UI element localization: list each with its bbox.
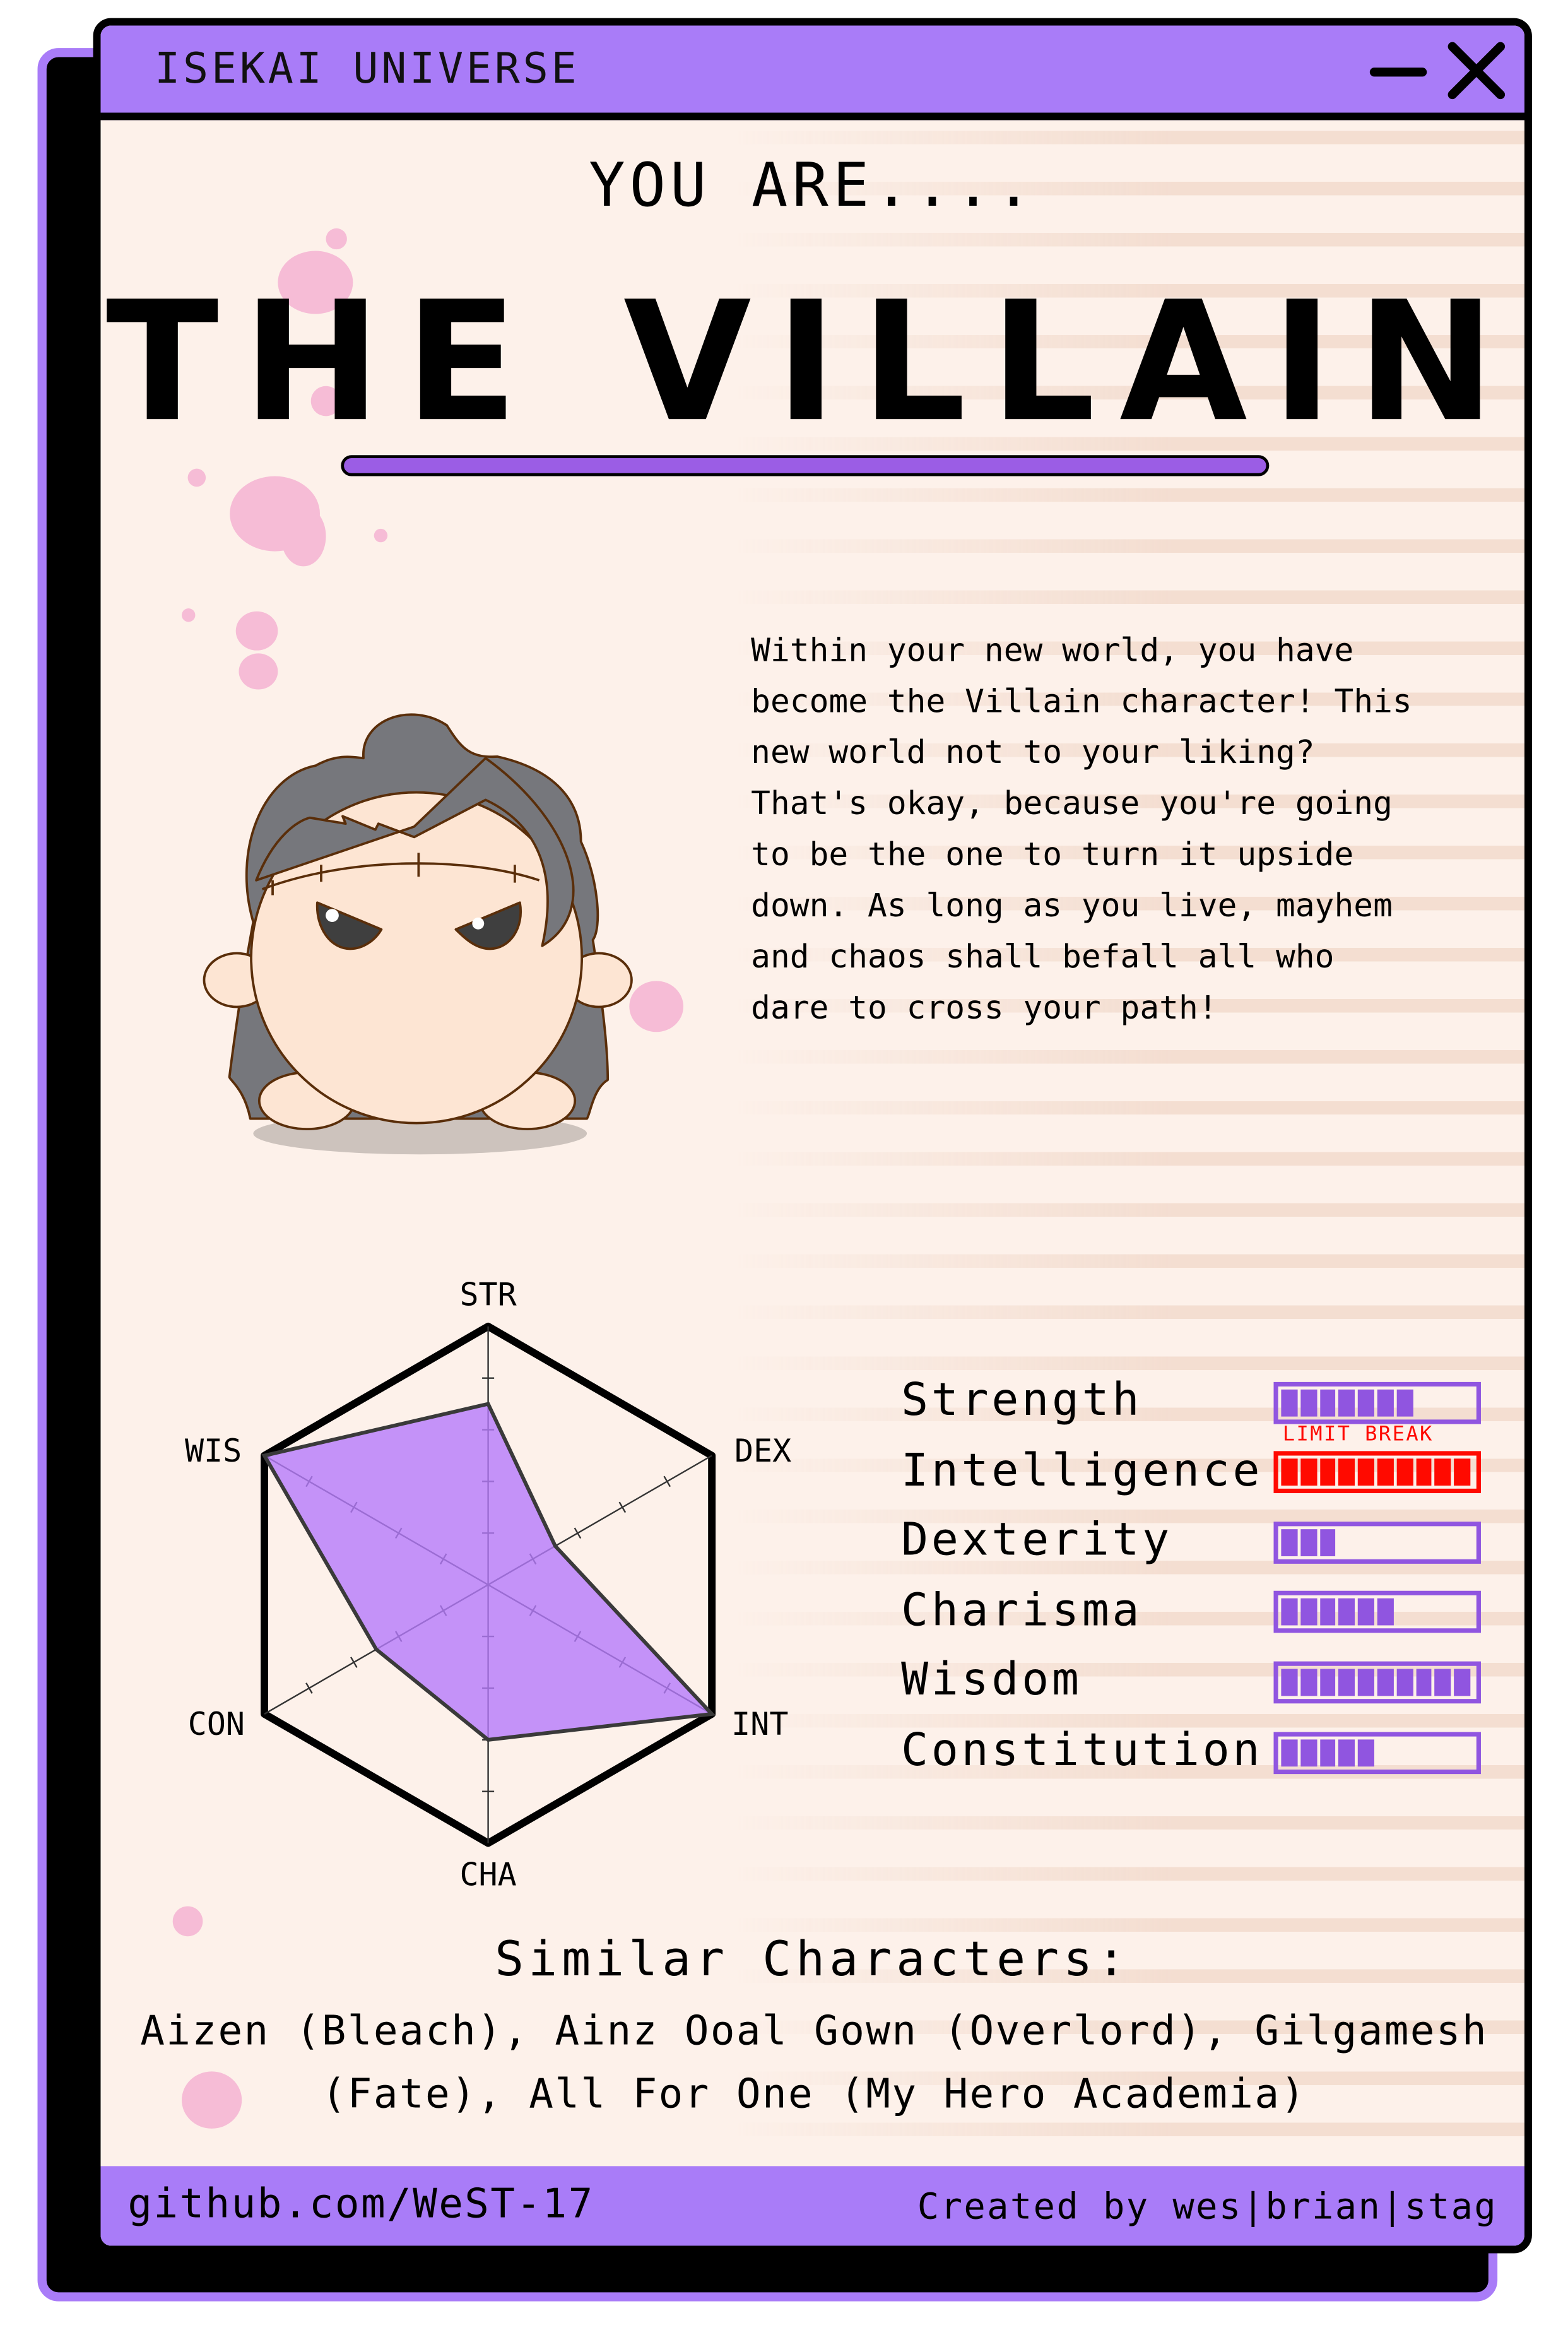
stat-bar-con: [1273, 1732, 1481, 1775]
stat-bar-segment: [1377, 1458, 1394, 1486]
limit-break-label: LIMIT BREAK: [1282, 1422, 1434, 1447]
role-title: THE VILLAIN: [105, 266, 1519, 458]
stat-label-str: Strength: [901, 1374, 1143, 1428]
stat-bar-segment: [1300, 1598, 1317, 1626]
github-link[interactable]: github.com/WeST-17: [127, 2181, 594, 2228]
credits-text: Created by wes|brian|stag: [917, 2185, 1498, 2228]
stat-label-con: Constitution: [901, 1724, 1263, 1777]
stat-bar-segment: [1396, 1389, 1413, 1417]
title-underline: [341, 455, 1270, 476]
stat-bar-dex: [1273, 1522, 1481, 1564]
radar-label-int: INT: [731, 1706, 788, 1742]
stat-bar-segment: [1300, 1669, 1317, 1696]
stat-bar-segment: [1338, 1739, 1355, 1767]
stat-bar-segment: [1319, 1529, 1336, 1556]
stat-bar-segment: [1300, 1458, 1317, 1486]
stat-bar-segment: [1300, 1389, 1317, 1417]
stat-bar-segment: [1396, 1458, 1413, 1486]
stat-bar-segment: [1338, 1389, 1355, 1417]
stat-bar-segment: [1377, 1669, 1394, 1696]
stat-bar-segment: [1281, 1529, 1298, 1556]
stat-bar-segment: [1338, 1458, 1355, 1486]
stat-bar-segment: [1281, 1669, 1298, 1696]
stat-bar-segment: [1281, 1739, 1298, 1767]
stat-bar-segment: [1377, 1598, 1394, 1626]
stat-bar-segment: [1281, 1598, 1298, 1626]
radar-data-polygon: [261, 1402, 716, 1742]
stat-bar-segment: [1358, 1389, 1374, 1417]
stat-bar-segment: [1300, 1739, 1317, 1767]
stat-bar-segment: [1300, 1529, 1317, 1556]
radar-tick: [663, 1475, 671, 1487]
stat-bar-segment: [1358, 1669, 1374, 1696]
similar-characters-list: Aizen (Bleach), Ainz Ooal Gown (Overlord…: [140, 2008, 1488, 2119]
result-window: ISEKAI UNIVERSE YOU ARE.... THE VILLAIN: [93, 18, 1532, 2254]
stats-radar-chart: STR DEX INT CHA CON WIS: [185, 1276, 791, 1893]
stat-bar-segment: [1319, 1669, 1336, 1696]
stat-bar-segment: [1319, 1739, 1336, 1767]
radar-tick: [574, 1527, 582, 1539]
radar-tick: [305, 1682, 313, 1694]
stat-bar-segment: [1415, 1458, 1432, 1486]
stat-bar-segment: [1338, 1598, 1355, 1626]
radar-label-str: STR: [459, 1276, 517, 1313]
stat-bar-segment: [1319, 1598, 1336, 1626]
stat-bar-segment: [1396, 1669, 1413, 1696]
stat-label-dex: Dexterity: [901, 1514, 1172, 1567]
title-bar: ISEKAI UNIVERSE: [100, 25, 1525, 121]
stat-bar-segment: [1281, 1389, 1298, 1417]
stat-bar-segment: [1435, 1458, 1451, 1486]
stat-bar-str: [1273, 1381, 1481, 1424]
stat-label-wis: Wisdom: [901, 1653, 1082, 1707]
radar-label-cha: CHA: [459, 1856, 516, 1893]
stat-label-cha: Charisma: [901, 1585, 1143, 1638]
stat-bar-int: [1273, 1451, 1481, 1494]
stat-bar-segment: [1319, 1458, 1336, 1486]
stat-bar-segment: [1358, 1598, 1374, 1626]
stat-bar-segment: [1415, 1669, 1432, 1696]
footer-bar: github.com/WeST-17 Created by wes|brian|…: [100, 2166, 1525, 2246]
intro-text: YOU ARE....: [589, 151, 1037, 221]
villain-character-illustration: [203, 713, 633, 1155]
stat-bar-segment: [1377, 1389, 1394, 1417]
role-description: Within your new world, you have become t…: [751, 632, 1412, 1028]
close-icon[interactable]: [1446, 40, 1506, 100]
stat-bar-segment: [1281, 1458, 1298, 1486]
stat-bar-segment: [1435, 1669, 1451, 1696]
stat-bar-segment: [1338, 1669, 1355, 1696]
radar-tick: [350, 1657, 358, 1668]
app-title: ISEKAI UNIVERSE: [155, 44, 580, 93]
radar-tick: [618, 1501, 627, 1513]
stat-bar-wis: [1273, 1661, 1481, 1704]
stat-bar-segment: [1358, 1739, 1374, 1767]
radar-label-dex: DEX: [734, 1433, 791, 1469]
radar-label-wis: WIS: [185, 1433, 242, 1469]
stat-bar-segment: [1319, 1389, 1336, 1417]
minimize-icon[interactable]: [1369, 68, 1427, 77]
stat-label-int: Intelligence: [901, 1445, 1263, 1498]
stat-bar-segment: [1358, 1458, 1374, 1486]
stat-bar-segment: [1454, 1669, 1471, 1696]
similar-characters-title: Similar Characters:: [495, 1930, 1131, 1988]
stat-bar-segment: [1454, 1458, 1471, 1486]
stat-bar-cha: [1273, 1590, 1481, 1633]
radar-label-con: CON: [188, 1706, 245, 1742]
